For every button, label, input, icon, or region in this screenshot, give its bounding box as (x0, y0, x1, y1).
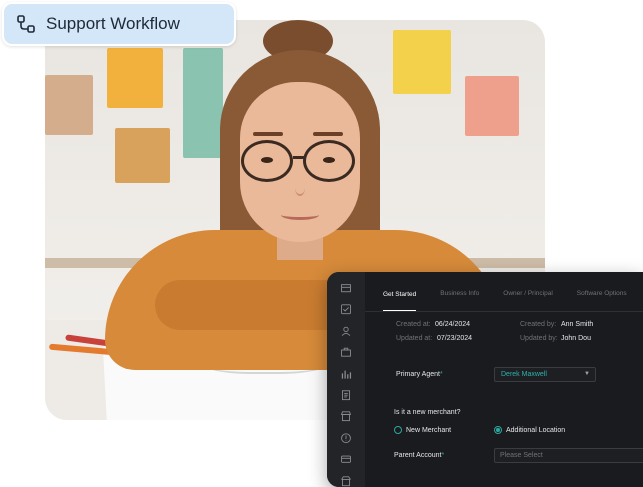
radio-new-merchant-label: New Merchant (406, 427, 452, 434)
wall-note-orange (107, 48, 163, 108)
radio-new-merchant[interactable] (394, 426, 402, 434)
updated-by-value: John Dou (561, 335, 591, 342)
tab-software-options[interactable]: Software Options (577, 290, 627, 311)
alert-icon[interactable] (339, 432, 353, 444)
glasses-bridge (293, 156, 305, 159)
workflow-icon (17, 15, 35, 33)
user-icon[interactable] (339, 325, 353, 337)
form-tabs: Get Started Business Info Owner / Princi… (365, 272, 643, 312)
new-merchant-question: Is it a new merchant? (394, 409, 461, 416)
checklist-icon[interactable] (339, 303, 353, 315)
left-eyebrow (253, 132, 283, 136)
wall-note-pink (465, 76, 519, 136)
left-eye (261, 157, 273, 163)
shop-icon[interactable] (339, 410, 353, 422)
nose (295, 180, 305, 196)
support-workflow-badge: Support Workflow (2, 2, 236, 46)
created-by-value: Ann Smith (561, 321, 594, 328)
smile (281, 210, 319, 220)
radio-additional-location-label: Additional Location (506, 427, 566, 434)
right-eyebrow (313, 132, 343, 136)
tab-get-started[interactable]: Get Started (383, 291, 417, 311)
updated-at-label: Updated at: (396, 335, 433, 342)
created-at-label: Created at: (396, 321, 431, 328)
updated-by-label: Updated by: (520, 335, 558, 342)
parent-account-placeholder: Please Select (500, 452, 543, 459)
primary-agent-value: Derek Maxwell (501, 371, 547, 378)
parent-account-select[interactable]: Please Select (494, 448, 643, 463)
wall-note-tan (45, 75, 93, 135)
primary-agent-select[interactable]: Derek Maxwell ▼ (494, 367, 596, 382)
radio-additional-location[interactable] (494, 426, 502, 434)
briefcase-icon[interactable] (339, 346, 353, 358)
card-icon[interactable] (339, 453, 353, 465)
wall-note-green (183, 48, 223, 158)
document-icon[interactable] (339, 389, 353, 401)
created-by-label: Created by: (520, 321, 557, 328)
icon-rail (327, 272, 365, 487)
created-at-value: 06/24/2024 (435, 321, 471, 328)
badge-label: Support Workflow (46, 14, 180, 33)
storefront-icon[interactable] (339, 475, 353, 487)
updated-at-value: 07/23/2024 (437, 335, 473, 342)
primary-agent-label: Primary Agent* (396, 371, 443, 378)
wall-note-art (115, 128, 170, 183)
chevron-down-icon: ▼ (584, 371, 590, 377)
wall-note-yellow (393, 30, 451, 94)
right-eye (323, 157, 335, 163)
bar-chart-icon[interactable] (339, 368, 353, 380)
tab-business-info[interactable]: Business Info (440, 290, 479, 311)
tab-owner-principal[interactable]: Owner / Principal (503, 290, 553, 311)
parent-account-label: Parent Account* (394, 452, 445, 459)
store-icon[interactable] (339, 282, 353, 294)
